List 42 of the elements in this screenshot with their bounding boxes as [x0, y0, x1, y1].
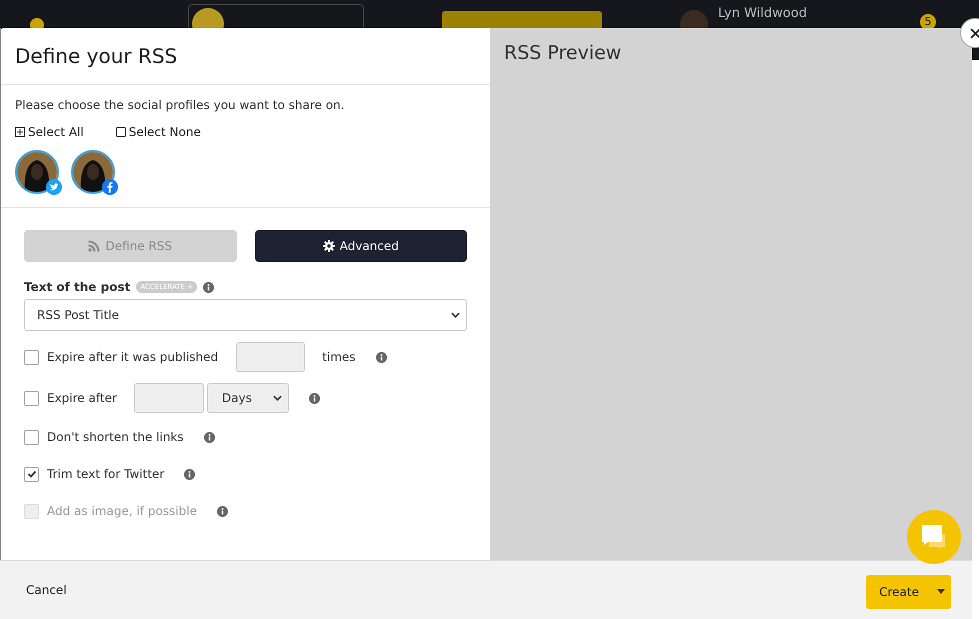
field-label: Text of the post	[24, 280, 130, 294]
post-text-dropdown[interactable]: RSS Post Title	[24, 299, 467, 331]
settings-icon	[322, 240, 335, 252]
info-icon[interactable]	[216, 506, 228, 516]
info-icon[interactable]	[203, 282, 214, 292]
profile-avatar[interactable]	[71, 150, 115, 194]
info-icon[interactable]	[184, 468, 196, 480]
unit-dropdown[interactable]: Days	[206, 383, 289, 413]
checkbox[interactable]	[24, 466, 39, 482]
number-field[interactable]	[236, 342, 306, 372]
user-name[interactable]: Lyn Wildwood	[718, 6, 888, 21]
intro-text: Please choose the social profiles you want to share on.	[15, 98, 346, 112]
option-label: Expire after	[47, 391, 117, 405]
preview-title: RSS Preview	[504, 42, 622, 64]
square-icon	[116, 127, 126, 137]
unit-label: times	[322, 350, 356, 364]
cancel-button[interactable]: Cancel	[26, 583, 67, 597]
select-all-link[interactable]: Select All	[15, 125, 84, 139]
profile-avatar[interactable]	[15, 150, 59, 194]
option-label: Don't shorten the links	[47, 430, 184, 444]
modal-title: Define your RSS	[15, 44, 178, 68]
create-button[interactable]: Create	[866, 574, 951, 608]
checkbox[interactable]	[24, 390, 39, 406]
checkbox[interactable]	[24, 350, 39, 364]
close-icon	[970, 28, 979, 38]
option-label: Expire after it was published	[47, 350, 218, 364]
bird-badge-icon	[46, 179, 62, 195]
plus-square-icon	[15, 127, 25, 137]
checkmark-icon	[26, 469, 36, 479]
info-icon[interactable]	[308, 392, 320, 404]
option-label: Trim text for Twitter	[47, 467, 164, 481]
rss-icon	[88, 240, 100, 252]
facebook-badge-icon	[102, 179, 118, 195]
select-none-link[interactable]: Select None	[116, 125, 201, 139]
chevron-down-icon	[451, 312, 460, 318]
checkbox[interactable]	[24, 430, 39, 444]
tab[interactable]: Advanced	[254, 230, 467, 262]
number-field[interactable]	[134, 383, 204, 413]
info-icon[interactable]	[204, 432, 215, 442]
info-icon[interactable]	[376, 352, 387, 362]
option-label: Add as image, if possible	[47, 504, 197, 518]
chevron-down-icon	[272, 395, 282, 401]
